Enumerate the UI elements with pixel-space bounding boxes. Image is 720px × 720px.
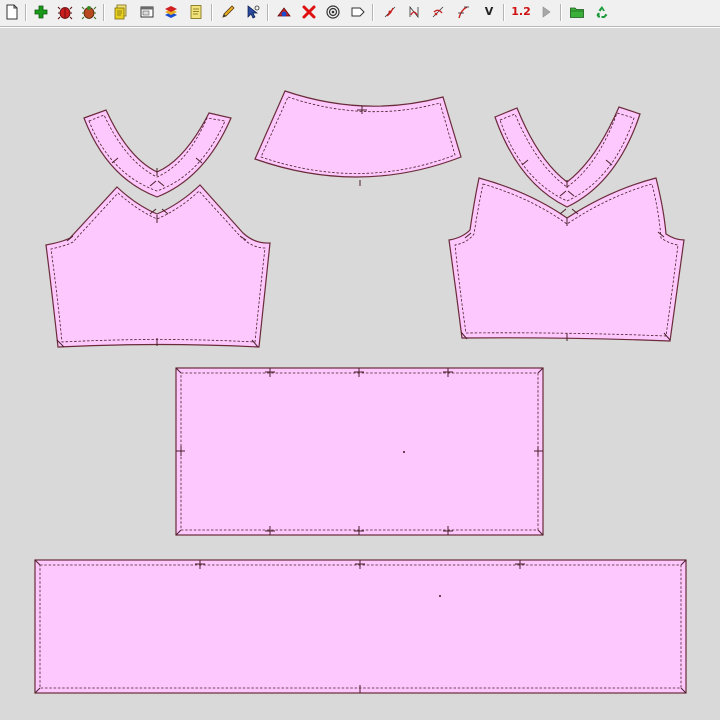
toolbar-separator [503,4,505,21]
red-bug-icon[interactable] [55,2,75,22]
curve-tool-3-icon[interactable] [428,2,448,22]
toolbar-separator [211,4,213,21]
toolbar-separator [560,4,562,21]
pattern-editor-window: V 1.2 [0,0,720,720]
curve-tool-2-icon[interactable] [404,2,424,22]
toolbar-separator [267,4,269,21]
toolbar-separator [372,4,374,21]
toolbar-separator [25,4,27,21]
recycle-icon[interactable] [592,2,612,22]
target-icon[interactable] [323,2,343,22]
pencil-icon[interactable] [218,2,238,22]
curve-tool-1-icon[interactable] [380,2,400,22]
green-plus-icon[interactable] [31,2,51,22]
new-document-icon[interactable] [2,2,22,22]
v-letter-icon[interactable]: V [479,2,499,22]
curve-tool-4-icon[interactable] [453,2,473,22]
front-bodice-piece[interactable] [45,184,271,348]
skirt-panel-piece[interactable] [34,559,687,694]
yellow-note-icon[interactable] [186,2,206,22]
play-arrow-icon[interactable] [536,2,556,22]
copy-pages-icon[interactable] [111,2,131,22]
toolbar-separator [103,4,105,21]
window-icon[interactable] [137,2,157,22]
scale-text-icon[interactable]: 1.2 [510,2,532,22]
pattern-canvas[interactable] [0,27,720,720]
colored-layers-icon[interactable] [161,2,181,22]
green-folder-icon[interactable] [567,2,587,22]
front-neckband-piece[interactable] [83,109,232,198]
mixed-bug-icon[interactable] [79,2,99,22]
back-band-piece[interactable] [254,90,462,186]
waistband-piece[interactable] [175,367,544,536]
red-x-icon[interactable] [299,2,319,22]
point-shape-icon[interactable] [274,2,294,22]
label-tag-icon[interactable] [348,2,368,22]
select-cursor-icon[interactable] [243,2,263,22]
main-toolbar: V 1.2 [0,0,720,27]
